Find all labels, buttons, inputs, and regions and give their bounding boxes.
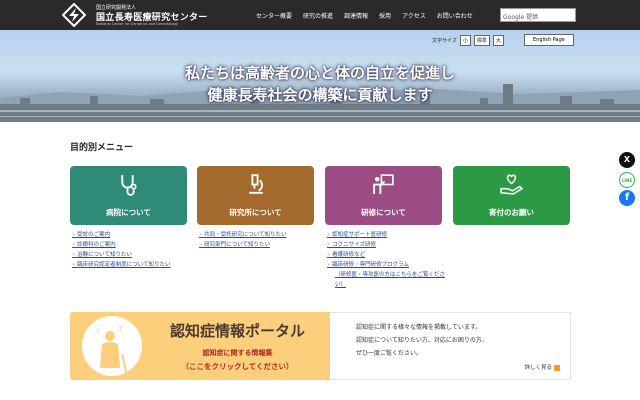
font-size-label: 文字サイズ [432, 38, 457, 44]
arrow-icon [554, 364, 560, 371]
donation-hand-icon [500, 174, 524, 195]
svg-text:?: ? [96, 328, 100, 336]
line-share-icon[interactable]: LINE [619, 172, 635, 188]
font-size-large[interactable]: 大 [492, 35, 504, 46]
link[interactable]: 共同・受託研究について知りたい [199, 230, 286, 240]
nav-about[interactable]: センター概要 [256, 11, 292, 20]
hero-tagline-2: 健康長寿社会の構築に貢献します [207, 86, 433, 104]
nav-access[interactable]: アクセス [402, 11, 426, 20]
banner-cta: （ここをクリックしてください） [181, 362, 294, 371]
card-label: 病院について [106, 208, 151, 217]
training-links: 認知症サポート医研修 コグニサイズ研修 看護研修など 臨床研修・専門研修プログラ… [327, 230, 447, 290]
hero-tagline-1: 私たちは高齢者の心と体の自立を促進し [184, 64, 455, 82]
banner-description: 認知症に関する様々な情報を掲載しています。 認知症について知りたい方、対応にお困… [356, 321, 488, 360]
card-label: 研究所について [229, 208, 282, 217]
read-more-label: 詳しく見る [524, 365, 552, 371]
hero-banner: 文字サイズ 小 標準 大 English Page 私たちは高齢者の心と体の自立… [0, 30, 640, 122]
link[interactable]: 臨床研究認定者制度について知りたい [72, 260, 170, 270]
font-size-standard[interactable]: 標準 [473, 35, 490, 46]
card-label: 寄付のお願い [489, 208, 534, 217]
section-title: 目的別メニュー [70, 143, 134, 153]
desc-line: 認知症について知りたい方、対応にお困りの方、 [356, 337, 488, 344]
stethoscope-icon [121, 175, 137, 196]
main-nav: センター概要 研究の推進 調達情報 採用 アクセス お問い合わせ [256, 11, 473, 20]
card-research[interactable]: 研究所について [197, 166, 314, 225]
link[interactable]: 研究部門について知りたい [199, 240, 286, 250]
link[interactable]: 看護研修など [327, 250, 447, 260]
header: 国立研究開発法人 国立長寿医療研究センター National Center fo… [0, 0, 640, 30]
english-page-button[interactable]: English Page [524, 34, 574, 46]
nav-recruit[interactable]: 採用 [379, 11, 391, 20]
card-hospital[interactable]: 病院について [70, 166, 187, 225]
x-share-icon[interactable]: X [619, 152, 635, 168]
link[interactable]: 臨床研修・専門研修プログラム [327, 260, 447, 270]
font-size-control: 文字サイズ 小 標準 大 [432, 35, 504, 46]
facebook-share-icon[interactable]: f [619, 190, 635, 206]
nav-procurement[interactable]: 調達情報 [344, 11, 368, 20]
font-size-small[interactable]: 小 [459, 35, 471, 46]
logo-icon[interactable] [62, 3, 86, 27]
elderly-person-icon: ?? [82, 316, 142, 376]
link[interactable]: 認知症サポート医研修 [327, 230, 447, 240]
desc-line: 認知症に関する様々な情報を掲載しています。 [356, 324, 482, 331]
banner-title: 認知症情報ポータル [169, 322, 305, 340]
microscope-icon [249, 174, 263, 194]
card-label: 研修について [361, 208, 406, 217]
research-links: 共同・受託研究について知りたい 研究部門について知りたい [199, 230, 286, 250]
card-donation[interactable]: 寄付のお願い [453, 166, 570, 225]
lecture-icon [373, 174, 394, 194]
card-training[interactable]: 研修について [325, 166, 442, 225]
svg-text:?: ? [118, 325, 123, 335]
link[interactable]: 治験について知りたい [72, 250, 170, 260]
org-english: National Center for Geriatrics and Geron… [96, 22, 178, 26]
banner-description-box: 認知症に関する様々な情報を掲載しています。 認知症について知りたい方、対応にお困… [330, 312, 571, 380]
nav-research[interactable]: 研究の推進 [303, 11, 333, 20]
read-more-link[interactable]: 詳しく見る [524, 363, 560, 371]
search-input[interactable]: Google 提供 [500, 8, 576, 22]
link[interactable]: （研修医・専攻医の方はこちらをご覧ください） [327, 270, 447, 290]
link[interactable]: 診療科のご案内 [72, 240, 170, 250]
nav-contact[interactable]: お問い合わせ [437, 11, 473, 20]
link[interactable]: コグニサイズ研修 [327, 240, 447, 250]
link[interactable]: 受診のご案内 [72, 230, 170, 240]
hospital-links: 受診のご案内 診療科のご案内 治験について知りたい 臨床研究認定者制度について知… [72, 230, 170, 270]
desc-line: ぜひ一度ご覧ください。 [356, 350, 423, 357]
banner-subtitle: 認知症に関する情報集 [202, 349, 273, 357]
dementia-portal-banner[interactable]: ?? 認知症情報ポータル 認知症に関する情報集 （ここをクリックしてください） [70, 312, 330, 380]
